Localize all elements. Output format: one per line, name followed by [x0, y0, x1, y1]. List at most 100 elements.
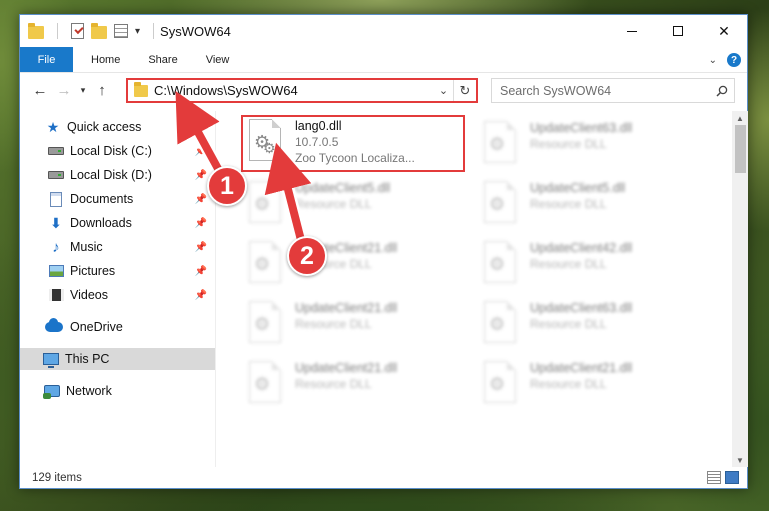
- pin-icon: 📌: [194, 241, 207, 253]
- close-icon: ✕: [718, 22, 730, 39]
- sidebar-item-pictures[interactable]: Pictures 📌: [48, 260, 215, 282]
- customize-toolbar-chevron-icon[interactable]: ▾: [135, 26, 140, 37]
- drive-icon: [48, 143, 64, 159]
- file-name: UpdateClient63.dll: [530, 121, 633, 135]
- sidebar-item-onedrive[interactable]: OneDrive: [44, 316, 215, 338]
- file-item[interactable]: ⚙ UpdateClient21.dll Resource DLL: [476, 357, 696, 413]
- ribbon-right-controls: ⌄ ?: [709, 47, 741, 73]
- refresh-icon[interactable]: ↻: [454, 80, 476, 101]
- sidebar-item-label: Documents: [70, 192, 134, 206]
- help-icon[interactable]: ?: [727, 53, 741, 67]
- maximize-button[interactable]: [655, 15, 701, 47]
- file-name: UpdateClient21.dll: [530, 361, 633, 375]
- sidebar-item-local-disk-c[interactable]: Local Disk (C:) 📌: [48, 140, 215, 162]
- search-input[interactable]: Search SysWOW64: [491, 78, 735, 103]
- new-folder-icon[interactable]: [91, 22, 107, 39]
- star-icon: ★: [46, 119, 60, 135]
- file-name: UpdateClient63.dll: [530, 301, 633, 315]
- expand-ribbon-chevron-icon[interactable]: ⌄: [709, 55, 717, 66]
- file-item[interactable]: ⚙ UpdateClient21.dll Resource DLL: [241, 357, 461, 413]
- step-2-badge: 2: [287, 236, 327, 276]
- navigation-bar: ← → ▾ ↑ C:\Windows\SysWOW64 ⌄ ↻ Search S…: [20, 73, 747, 107]
- toolbar-divider: [153, 23, 155, 39]
- scroll-thumb[interactable]: [735, 125, 746, 173]
- folder-icon: [134, 81, 148, 97]
- recent-locations-chevron-icon[interactable]: ▾: [76, 78, 90, 102]
- tab-file[interactable]: File: [20, 47, 73, 72]
- close-button[interactable]: ✕: [701, 15, 747, 47]
- minimize-icon: [627, 30, 637, 32]
- properties-check-icon[interactable]: [71, 23, 84, 39]
- network-icon: [43, 383, 60, 399]
- file-item[interactable]: ⚙ UpdateClient63.dll Resource DLL: [476, 297, 696, 353]
- up-arrow-icon[interactable]: ↑: [90, 78, 114, 102]
- sidebar-item-label: Network: [66, 384, 112, 398]
- sidebar-item-label: Music: [70, 240, 103, 254]
- downloads-icon: ⬇: [50, 215, 62, 231]
- file-item[interactable]: ⚙ UpdateClient42.dll Resource DLL: [476, 237, 696, 293]
- details-view-icon[interactable]: [707, 471, 721, 484]
- file-item[interactable]: ⚙ UpdateClient63.dll Resource DLL: [476, 117, 696, 173]
- large-icons-view-icon[interactable]: [725, 471, 739, 484]
- dll-file-icon: ⚙: [480, 121, 524, 169]
- minimize-button[interactable]: [609, 15, 655, 47]
- ribbon-tabs: File Home Share View ⌄ ?: [20, 47, 747, 73]
- forward-arrow-icon[interactable]: →: [52, 78, 76, 102]
- selected-file-highlight: [241, 115, 465, 172]
- file-name: UpdateClient21.dll: [295, 301, 398, 315]
- address-bar[interactable]: C:\Windows\SysWOW64 ⌄ ↻: [126, 78, 478, 103]
- dll-file-icon: ⚙: [245, 361, 289, 409]
- view-toggle: [707, 471, 739, 484]
- tab-view[interactable]: View: [192, 47, 244, 72]
- tab-home[interactable]: Home: [73, 47, 134, 72]
- vertical-scrollbar[interactable]: ▲ ▼: [732, 111, 748, 467]
- file-type: Resource DLL: [530, 317, 607, 331]
- item-count: 129 items: [32, 472, 82, 484]
- address-path[interactable]: C:\Windows\SysWOW64: [154, 83, 434, 98]
- file-item[interactable]: ⚙ UpdateClient21.dll Resource DLL: [241, 297, 461, 353]
- scroll-up-arrow-icon[interactable]: ▲: [732, 111, 748, 125]
- file-name: UpdateClient5.dll: [530, 181, 626, 195]
- back-arrow-icon[interactable]: ←: [28, 78, 52, 102]
- file-type: Resource DLL: [530, 257, 607, 271]
- file-type: Resource DLL: [295, 317, 372, 331]
- address-history-chevron-icon[interactable]: ⌄: [434, 80, 454, 101]
- dll-file-icon: ⚙: [480, 361, 524, 409]
- dll-file-icon: ⚙: [480, 181, 524, 229]
- file-item[interactable]: ⚙ UpdateClient21.dll Resource DLL: [241, 237, 461, 293]
- this-pc-icon: [43, 351, 59, 368]
- sidebar-item-documents[interactable]: Documents 📌: [48, 188, 215, 210]
- pin-icon: 📌: [194, 169, 207, 181]
- file-item[interactable]: ⚙ UpdateClient5.dll Resource DLL: [476, 177, 696, 233]
- window-title: SysWOW64: [160, 23, 231, 39]
- file-type: Resource DLL: [530, 137, 607, 151]
- file-type: Resource DLL: [530, 377, 607, 391]
- sidebar-item-local-disk-d[interactable]: Local Disk (D:) 📌: [48, 164, 215, 186]
- search-icon[interactable]: [710, 85, 734, 97]
- pin-icon: 📌: [194, 265, 207, 277]
- sidebar-item-label: Downloads: [70, 216, 132, 230]
- sidebar-item-label: Local Disk (C:): [70, 144, 152, 158]
- dll-file-icon: ⚙: [480, 241, 524, 289]
- sidebar-item-this-pc[interactable]: This PC: [20, 348, 215, 370]
- sidebar-item-downloads[interactable]: ⬇ Downloads 📌: [48, 212, 215, 234]
- dll-file-icon: ⚙: [245, 241, 289, 289]
- dll-file-icon: ⚙: [480, 301, 524, 349]
- sidebar-item-label: OneDrive: [70, 320, 123, 334]
- file-name: UpdateClient21.dll: [295, 361, 398, 375]
- properties-list-icon[interactable]: [114, 24, 128, 38]
- sidebar-item-label: Local Disk (D:): [70, 168, 152, 182]
- scroll-down-arrow-icon[interactable]: ▼: [732, 453, 748, 467]
- quick-access-toolbar: ▾: [20, 22, 160, 39]
- sidebar-item-label: Videos: [70, 288, 108, 302]
- tab-share[interactable]: Share: [134, 47, 191, 72]
- sidebar-item-music[interactable]: ♪ Music 📌: [48, 236, 215, 258]
- file-explorer-window: ▾ SysWOW64 ✕ File Home Share View ⌄ ? ← …: [19, 14, 748, 489]
- toolbar-divider: [57, 23, 58, 39]
- sidebar-item-network[interactable]: Network: [43, 380, 215, 402]
- sidebar-item-videos[interactable]: Videos 📌: [48, 284, 215, 306]
- file-item[interactable]: ⚙ UpdateClient5.dll Resource DLL: [241, 177, 461, 233]
- window-controls: ✕: [609, 15, 747, 47]
- sidebar-item-quick-access[interactable]: ★ Quick access: [45, 116, 215, 138]
- documents-icon: [48, 191, 64, 207]
